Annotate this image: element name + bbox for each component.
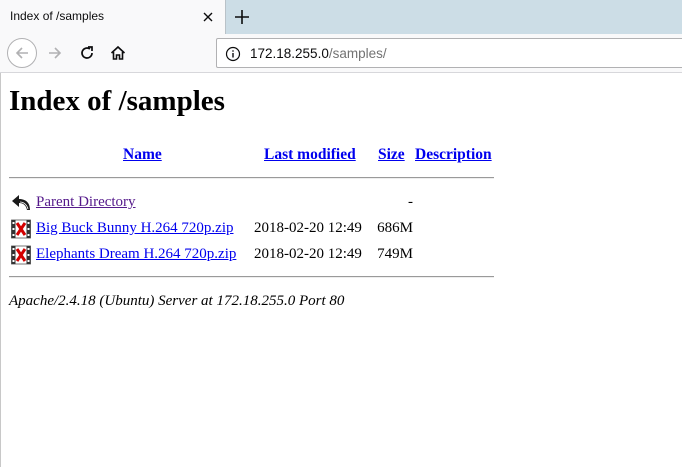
home-button[interactable] [103,38,133,68]
video-file-icon [11,219,31,239]
sort-by-size-link[interactable]: Size [378,146,405,163]
url-host: 172.18.255.0 [250,46,329,61]
column-header-last-modified[interactable]: Last modified [264,146,356,164]
forward-arrow-icon [49,47,62,59]
sort-by-name-link[interactable]: Name [123,146,162,163]
back-arrow-icon [15,47,28,59]
divider-bottom [9,276,494,278]
column-header-name[interactable]: Name [123,146,162,164]
page-title: Index of /samples [9,85,225,117]
video-file-icon [11,245,31,265]
row-date: 2018-02-20 12:49 [254,220,362,236]
sort-by-description-link[interactable]: Description [415,146,492,163]
window-edge [0,73,1,467]
file-link[interactable]: Elephants Dream H.264 720p.zip [36,246,236,263]
new-tab-plus-icon[interactable] [232,7,252,27]
site-info-icon[interactable] [225,46,241,67]
tab-strip: Index of /samples [0,0,682,35]
divider-top [9,177,494,179]
parent-directory-link[interactable]: Parent Directory [36,194,136,211]
back-button[interactable] [7,38,37,68]
row-size: 749M [377,246,413,262]
column-header-size[interactable]: Size [378,146,405,164]
url-path: /samples/ [328,46,387,61]
address-bar[interactable]: 172.18.255.0/samples/ [216,38,682,68]
home-icon [110,45,126,60]
sort-by-last-modified-link[interactable]: Last modified [264,146,356,163]
row-date: 2018-02-20 12:49 [254,246,362,262]
row-size: 686M [377,220,413,236]
back-arrow-icon [11,193,31,213]
row-size: - [408,194,413,210]
close-tab-icon[interactable] [201,10,215,24]
forward-button[interactable] [40,38,70,68]
file-link[interactable]: Big Buck Bunny H.264 720p.zip [36,220,234,237]
url-text: 172.18.255.0/samples/ [250,46,387,61]
tab-active[interactable]: Index of /samples [0,0,226,35]
tab-title: Index of /samples [10,9,105,23]
column-header-description[interactable]: Description [415,146,492,164]
navigation-toolbar: 172.18.255.0/samples/ [0,34,682,73]
server-signature: Apache/2.4.18 (Ubuntu) Server at 172.18.… [9,293,345,309]
reload-icon [81,46,93,59]
reload-button[interactable] [72,38,102,68]
